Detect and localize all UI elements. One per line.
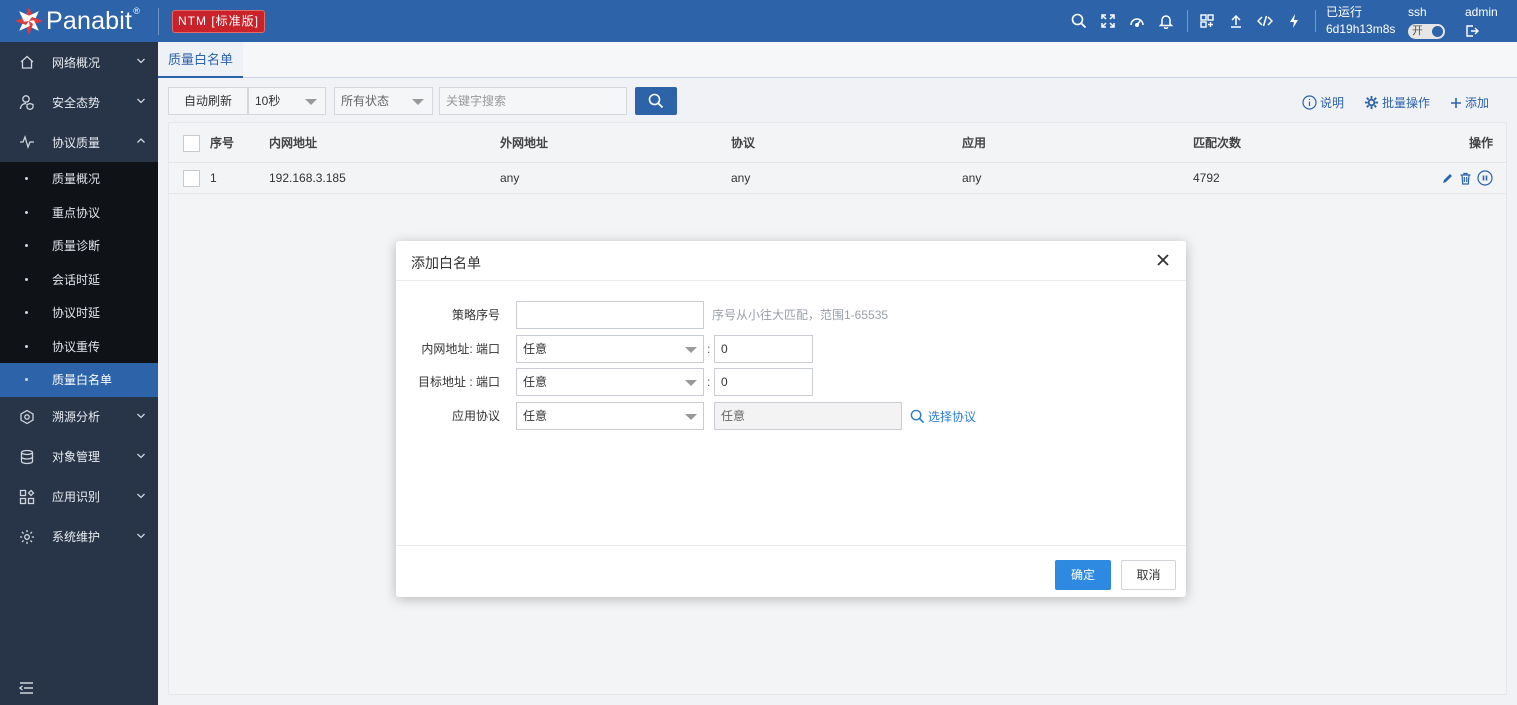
policy-no-label: 策略序号 xyxy=(451,308,500,322)
inner-address-select[interactable]: 任意 xyxy=(516,335,704,363)
app-protocol-display: 任意 xyxy=(714,402,902,430)
app-protocol-select[interactable]: 任意 xyxy=(516,402,704,430)
search-icon xyxy=(910,409,925,424)
add-whitelist-dialog: 添加白名单 策略序号 序号从小往大匹配，范围1-65535 内网地址: 端口 任… xyxy=(396,241,1186,597)
dialog-title: 添加白名单 xyxy=(411,255,481,271)
close-icon[interactable] xyxy=(1156,253,1170,267)
colon-separator: : xyxy=(707,375,711,389)
dialog-footer: 确定 取消 xyxy=(396,545,1186,597)
inner-address-label: 内网地址: 端口 xyxy=(421,342,500,356)
app-protocol-select-value: 任意 xyxy=(523,409,548,423)
target-address-label: 目标地址 : 端口 xyxy=(417,375,500,389)
cancel-button[interactable]: 取消 xyxy=(1121,560,1176,590)
select-protocol-link[interactable]: 选择协议 xyxy=(910,408,976,425)
inner-port-input[interactable]: 0 xyxy=(714,335,813,363)
form-row-inner-address: 内网地址: 端口 任意 : 0 xyxy=(396,335,1186,363)
dropdown-arrow-icon xyxy=(685,347,697,353)
inner-address-select-value: 任意 xyxy=(523,342,548,356)
policy-no-hint: 序号从小往大匹配，范围1-65535 xyxy=(712,308,889,322)
confirm-button[interactable]: 确定 xyxy=(1055,560,1111,590)
select-protocol-label: 选择协议 xyxy=(928,410,977,424)
form-row-policy-no: 策略序号 序号从小往大匹配，范围1-65535 xyxy=(396,301,1186,329)
dialog-header: 添加白名单 xyxy=(396,241,1186,281)
target-address-select-value: 任意 xyxy=(523,375,548,389)
target-port-input[interactable]: 0 xyxy=(714,368,813,396)
dropdown-arrow-icon xyxy=(685,414,697,420)
target-address-select[interactable]: 任意 xyxy=(516,368,704,396)
form-row-app-protocol: 应用协议 任意 任意 选择协议 xyxy=(396,402,1186,430)
form-row-target-address: 目标地址 : 端口 任意 : 0 xyxy=(396,368,1186,396)
colon-separator: : xyxy=(707,342,711,356)
policy-no-input[interactable] xyxy=(516,301,704,329)
app-protocol-label: 应用协议 xyxy=(451,409,500,423)
dropdown-arrow-icon xyxy=(685,380,697,386)
